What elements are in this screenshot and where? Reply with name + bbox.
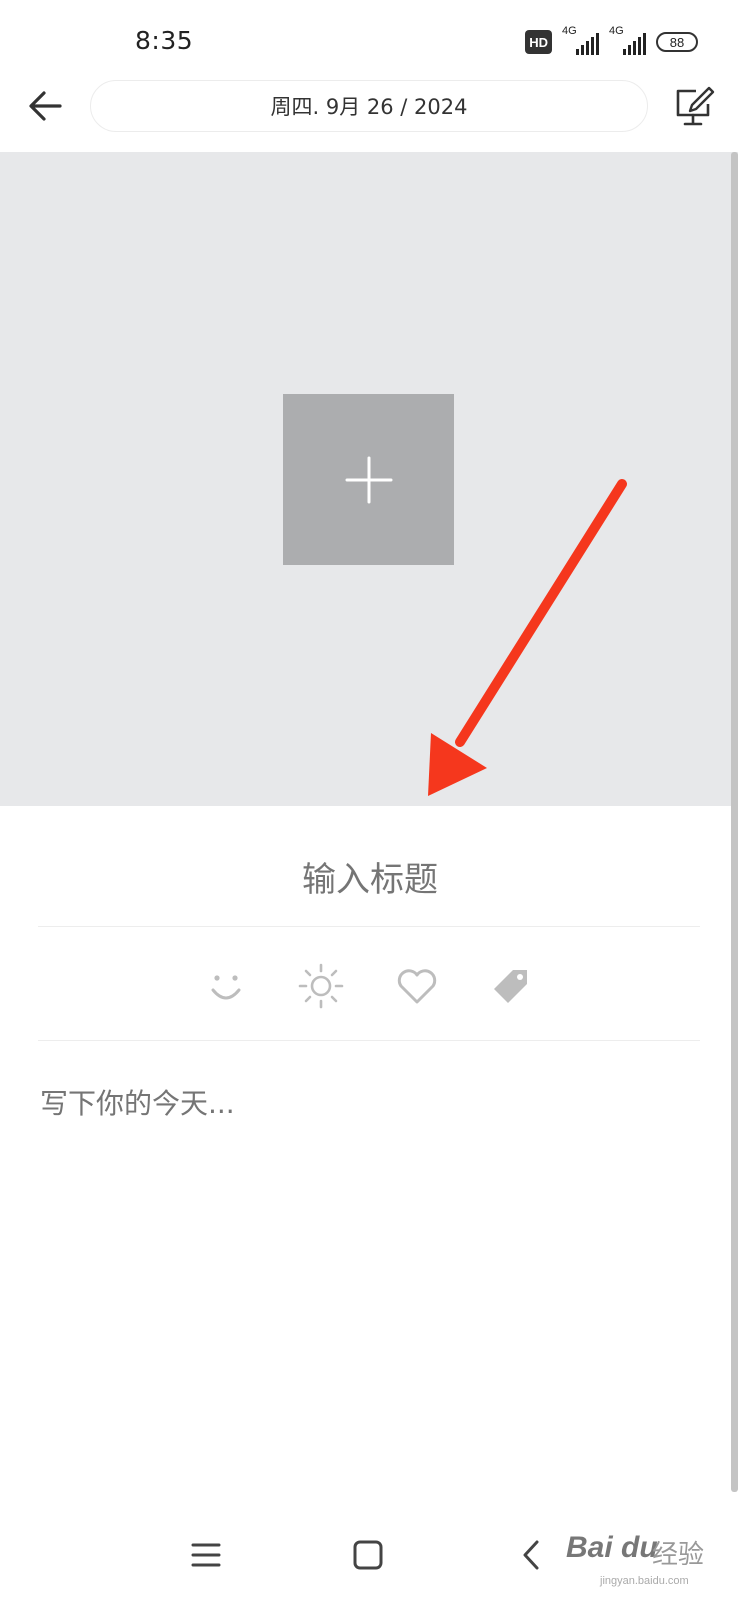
scrollbar[interactable] — [731, 152, 738, 1492]
heart-icon — [397, 969, 437, 1004]
back-button[interactable] — [22, 82, 70, 130]
mood-button[interactable] — [198, 958, 254, 1014]
attribute-toolbar — [0, 958, 738, 1014]
favorite-button[interactable] — [389, 958, 445, 1014]
tag-button[interactable] — [483, 958, 539, 1014]
sun-icon — [298, 963, 344, 1009]
edit-monitor-icon — [676, 86, 715, 126]
divider — [38, 1040, 700, 1041]
battery-icon: 88 — [656, 32, 698, 52]
menu-icon — [191, 1543, 221, 1567]
nav-back-button[interactable] — [502, 1530, 562, 1580]
smile-icon — [211, 975, 241, 1000]
signal-4g-icon-2: 4G — [609, 25, 646, 55]
plus-icon — [345, 456, 392, 503]
date-selector[interactable]: 周四. 9月 26 / 2024 — [90, 80, 648, 132]
watermark-cn: 经验 — [652, 1540, 705, 1570]
status-icons: HD 4G 4G 88 — [525, 25, 698, 56]
watermark-brand: Bai du — [566, 1531, 658, 1564]
arrow-left-icon — [29, 91, 62, 121]
edit-button[interactable] — [672, 84, 716, 128]
status-bar: 8:35 HD 4G 4G 88 — [0, 0, 738, 80]
chevron-left-icon — [523, 1540, 539, 1570]
recent-apps-button[interactable] — [176, 1530, 236, 1580]
hd-voice-icon: HD — [525, 30, 552, 54]
watermark-url: jingyan.baidu.com — [600, 1575, 689, 1587]
divider — [38, 926, 700, 927]
home-button[interactable] — [338, 1530, 398, 1580]
add-image-button[interactable] — [283, 394, 454, 565]
title-input[interactable] — [40, 850, 700, 910]
weather-button[interactable] — [293, 958, 349, 1014]
square-home-icon — [353, 1540, 383, 1570]
tag-icon — [494, 970, 527, 1003]
body-input[interactable] — [40, 1082, 700, 1462]
date-label: 周四. 9月 26 / 2024 — [270, 95, 468, 119]
signal-4g-icon-1: 4G — [562, 25, 599, 55]
status-time: 8:35 — [135, 26, 194, 55]
diary-edit-screen: 8:35 HD 4G 4G 88 周四. 9月 26 / 2024 输入标题 写… — [0, 0, 738, 1600]
